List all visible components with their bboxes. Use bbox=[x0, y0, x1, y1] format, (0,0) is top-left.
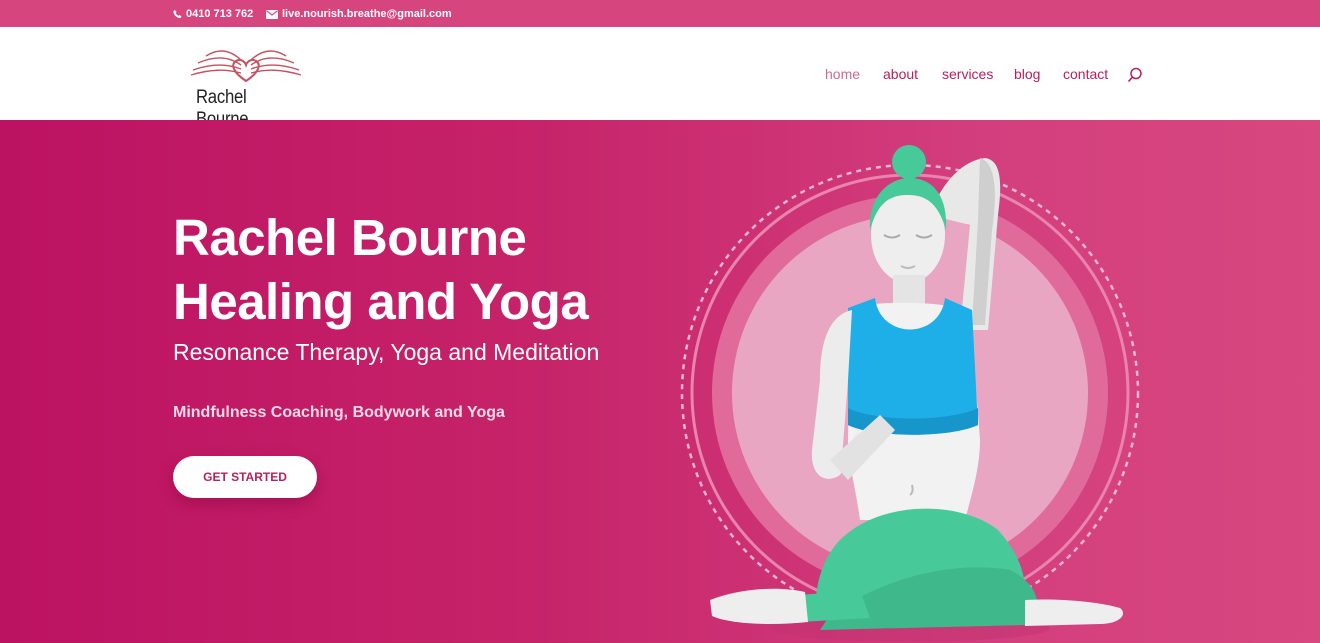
email-contact[interactable]: live.nourish.breathe@gmail.com bbox=[266, 8, 452, 20]
hero-subtitle: Resonance Therapy, Yoga and Meditation bbox=[173, 339, 600, 365]
site-header: Rachel Bourne home about services blog c… bbox=[0, 27, 1320, 130]
hero-title-line1: Rachel Bourne bbox=[173, 209, 527, 266]
hero-title: Rachel Bourne Healing and Yoga bbox=[173, 206, 589, 334]
top-contact-bar: 0410 713 762 live.nourish.breathe@gmail.… bbox=[0, 0, 1320, 27]
nav-home[interactable]: home bbox=[825, 66, 860, 82]
phone-icon bbox=[173, 9, 182, 19]
hero-tagline: Mindfulness Coaching, Bodywork and Yoga bbox=[173, 404, 505, 421]
hero-title-line2: Healing and Yoga bbox=[173, 273, 589, 330]
nav-services[interactable]: services bbox=[942, 66, 993, 82]
phone-contact[interactable]: 0410 713 762 bbox=[173, 8, 253, 20]
site-logo[interactable]: Rachel Bourne bbox=[186, 37, 316, 130]
phone-number: 0410 713 762 bbox=[186, 8, 254, 20]
hero-section: Rachel Bourne Healing and Yoga Resonance… bbox=[0, 120, 1320, 643]
nav-blog[interactable]: blog bbox=[1014, 66, 1040, 82]
nav-about[interactable]: about bbox=[883, 66, 918, 82]
heart-hands-logo-icon bbox=[190, 50, 302, 83]
envelope-icon bbox=[266, 9, 278, 19]
nav-contact[interactable]: contact bbox=[1063, 66, 1108, 82]
email-address: live.nourish.breathe@gmail.com bbox=[282, 8, 452, 20]
yoga-woman-illustration bbox=[680, 145, 1140, 642]
get-started-button[interactable]: GET STARTED bbox=[173, 456, 317, 498]
search-icon[interactable] bbox=[1127, 67, 1143, 83]
